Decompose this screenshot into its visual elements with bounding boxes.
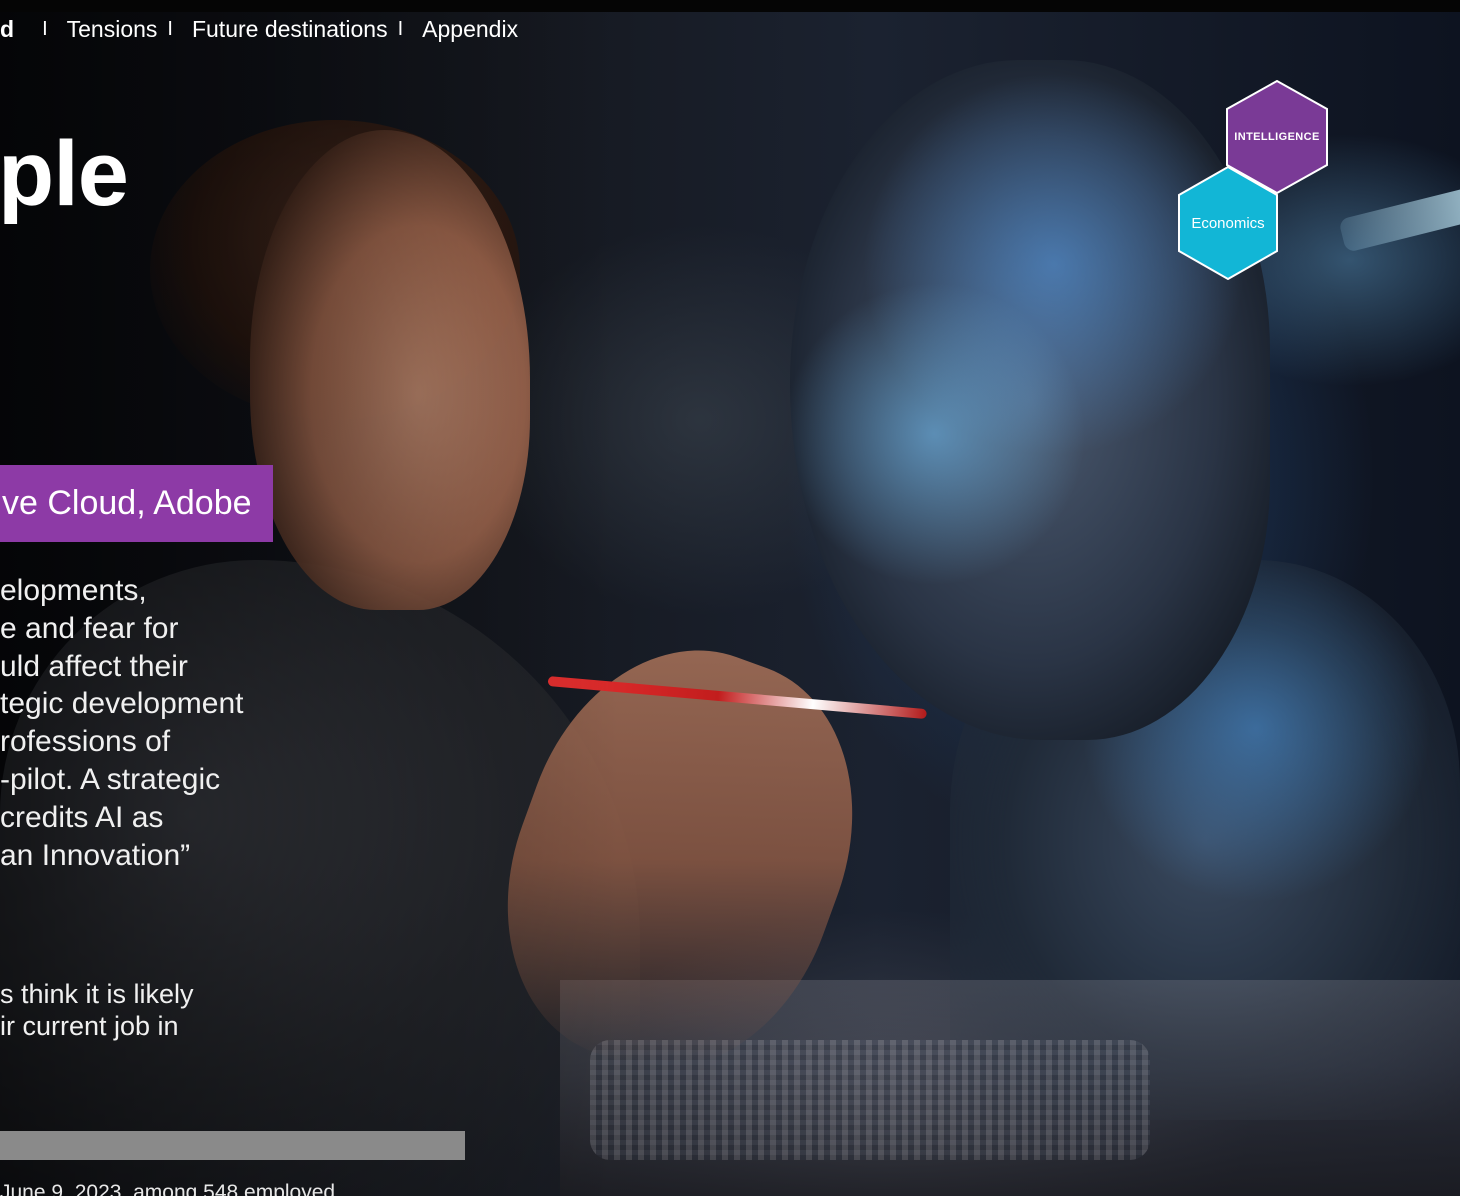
intelligence-hex-badge[interactable]: INTELLIGENCE [1226,80,1328,194]
source-footnote: June 9, 2023, among 548 employed [0,1181,336,1196]
paragraph-line: rofessions of [0,725,171,759]
stat-bar [0,1131,465,1160]
paragraph-line: e and fear for [0,611,179,645]
nav-item-future-destinations[interactable]: Future destinations [192,16,388,43]
paragraph-line: uld affect their [0,649,188,683]
nav-separator: I [167,17,173,40]
quote-attribution-banner: ve Cloud, Adobe [0,465,273,542]
nav-separator: I [397,17,404,40]
paragraph-line: an Innovation” [0,838,191,872]
paragraph-line: -pilot. A strategic [0,762,221,796]
intelligence-label: INTELLIGENCE [1234,131,1320,143]
body-paragraph: elopments, e and fear for uld affect the… [0,572,270,874]
nav-separator: I [42,17,48,40]
stat-line: s think it is likely [0,979,194,1009]
statistic-text: s think it is likely ir current job in [0,978,230,1042]
stat-line: ir current job in [0,1011,179,1041]
top-bar [0,0,1460,12]
nav-item-tensions[interactable]: Tensions [67,16,158,43]
paragraph-line: elopments, [0,574,147,607]
paragraph-line: credits AI as [0,800,164,834]
section-nav: d I Tensions I Future destinations I App… [0,14,518,44]
page-title: ple [0,123,129,225]
paragraph-line: tegic development [0,687,244,721]
nav-item-current[interactable]: d [0,16,14,43]
stat-bar-fill [0,1131,465,1160]
nav-item-appendix[interactable]: Appendix [422,16,518,43]
